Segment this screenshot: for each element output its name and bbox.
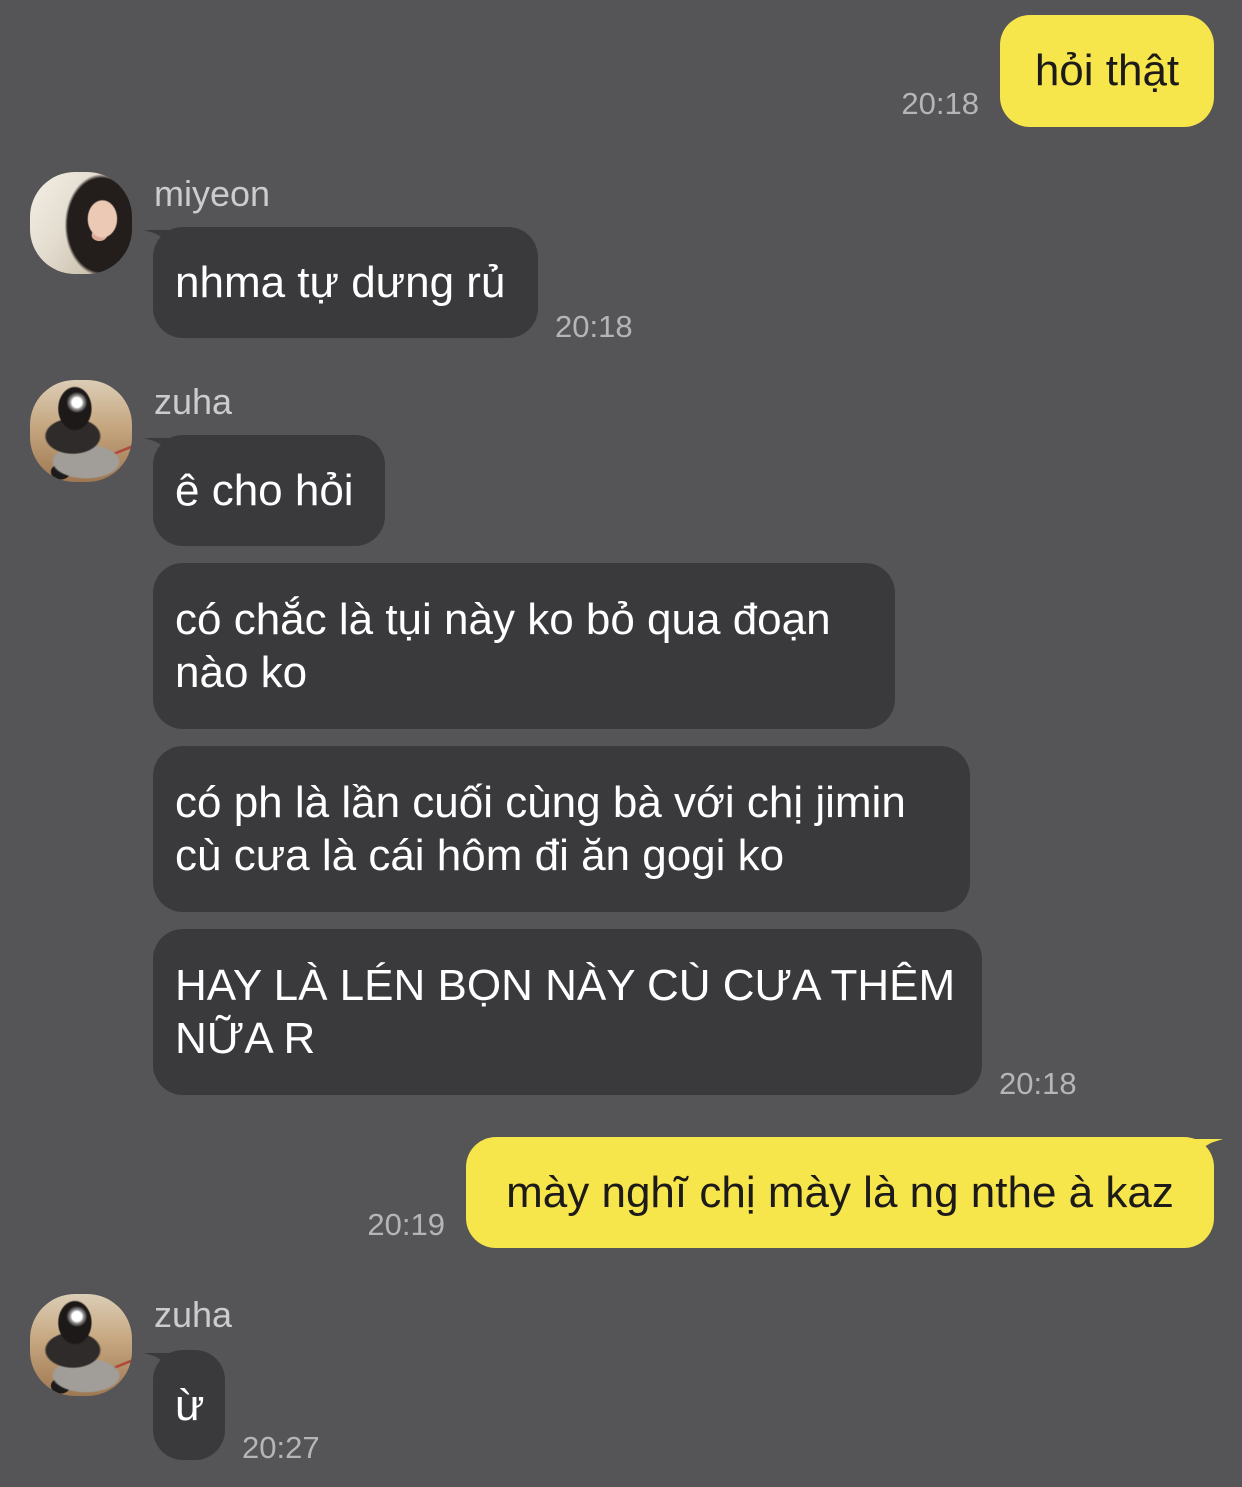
message-timestamp: 20:18 (901, 86, 979, 121)
message-timestamp: 20:18 (555, 309, 633, 344)
message-text: hỏi thật (1034, 46, 1180, 95)
message-timestamp: 20:27 (242, 1430, 320, 1465)
incoming-message-bubble[interactable]: có ph là lần cuối cùng bà với chị jimin … (153, 746, 970, 912)
sender-name: zuha (154, 1294, 233, 1335)
message-text: có ph là lần cuối cùng bà với chị jimin … (175, 778, 906, 880)
message-text: ê cho hỏi (175, 466, 354, 515)
outgoing-message-bubble[interactable]: hỏi thật (1000, 15, 1214, 127)
message-text: nhma tự dưng rủ (175, 258, 506, 307)
incoming-message-bubble[interactable]: có chắc là tụi này ko bỏ qua đoạn nào ko (153, 563, 895, 729)
avatar-zuha[interactable] (30, 380, 132, 482)
sender-name: zuha (154, 381, 233, 422)
message-text: có chắc là tụi này ko bỏ qua đoạn nào ko (175, 595, 831, 697)
message-text: ừ (175, 1381, 205, 1430)
incoming-message-bubble[interactable]: ừ (153, 1350, 225, 1460)
incoming-message-bubble[interactable]: HAY LÀ LÉN BỌN NÀY CÙ CƯA THÊM NỮA R (153, 929, 982, 1095)
chat-message-list: 20:18 hỏi thật miyeon nhma tự dưng rủ 20… (0, 0, 1242, 1487)
message-text: HAY LÀ LÉN BỌN NÀY CÙ CƯA THÊM NỮA R (175, 961, 956, 1063)
message-timestamp: 20:19 (367, 1207, 445, 1242)
avatar-zuha[interactable] (30, 1294, 132, 1396)
outgoing-message-bubble[interactable]: mày nghĩ chị mày là ng nthe à kaz (466, 1137, 1214, 1248)
incoming-message-bubble[interactable]: nhma tự dưng rủ (153, 227, 538, 338)
sender-name: miyeon (154, 173, 271, 214)
avatar-miyeon[interactable] (30, 172, 132, 274)
incoming-message-bubble[interactable]: ê cho hỏi (153, 435, 385, 546)
message-text: mày nghĩ chị mày là ng nthe à kaz (506, 1168, 1174, 1217)
message-timestamp: 20:18 (999, 1066, 1077, 1101)
